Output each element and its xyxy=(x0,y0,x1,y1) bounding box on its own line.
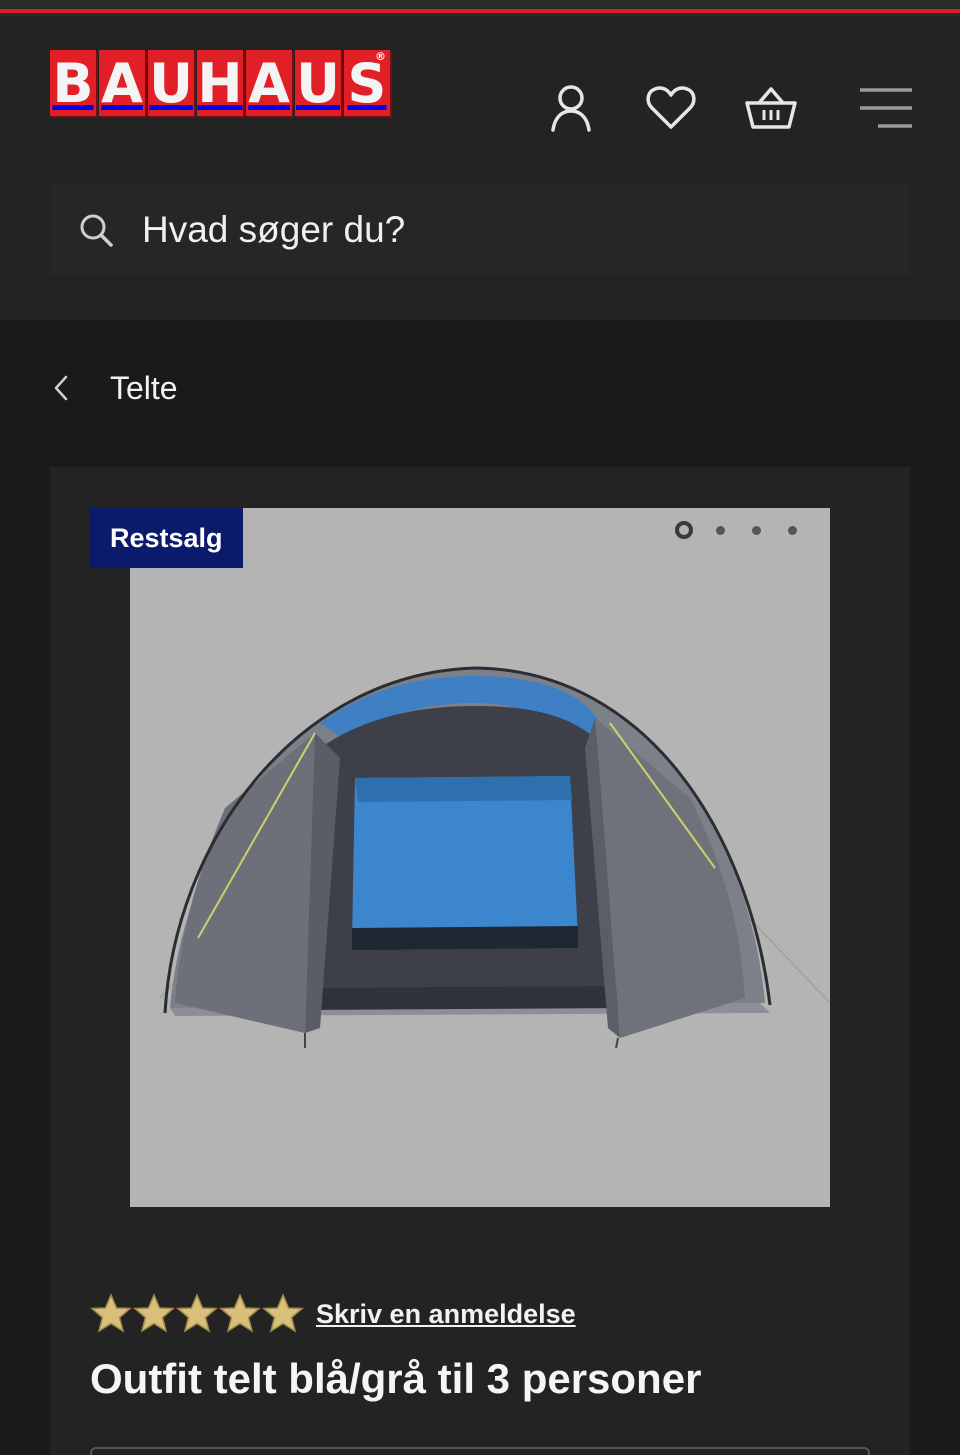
rating-stars[interactable] xyxy=(90,1293,304,1335)
heart-icon xyxy=(646,86,696,129)
bauhaus-logo[interactable]: B A U H A U S ® xyxy=(50,50,390,116)
sale-badge: Restsalg xyxy=(90,508,243,568)
search-icon xyxy=(80,214,113,247)
search-input[interactable] xyxy=(142,209,842,251)
product-card: Restsalg Skriv en anmeldelse Outfit telt… xyxy=(50,467,910,1455)
chevron-left-icon xyxy=(54,375,68,401)
product-image-gallery[interactable] xyxy=(130,508,830,1207)
gallery-dot[interactable] xyxy=(666,520,702,540)
logo-letter: A xyxy=(99,50,145,116)
star-icon xyxy=(176,1293,218,1333)
logo-letter: A xyxy=(246,50,292,116)
logo-letter: U xyxy=(148,50,194,116)
star-icon xyxy=(262,1293,304,1333)
account-icon xyxy=(551,85,591,132)
logo-letter: B xyxy=(50,50,96,116)
basket-button[interactable] xyxy=(741,78,801,138)
next-section-edge xyxy=(90,1447,870,1455)
logo-letter: H xyxy=(197,50,243,116)
gallery-dot[interactable] xyxy=(738,520,774,540)
breadcrumb-label[interactable]: Telte xyxy=(110,370,178,407)
top-accent-stripe xyxy=(0,0,960,16)
gallery-pagination xyxy=(666,520,810,540)
site-header: B A U H A U S ® xyxy=(0,16,960,320)
menu-button[interactable] xyxy=(856,78,916,138)
wishlist-button[interactable] xyxy=(641,78,701,138)
rating-row: Skriv en anmeldelse xyxy=(90,1293,576,1335)
logo-letter: U xyxy=(295,50,341,116)
tent-product-image xyxy=(159,666,830,1049)
star-icon xyxy=(219,1293,261,1333)
basket-icon xyxy=(745,87,797,129)
star-icon xyxy=(133,1293,175,1333)
write-review-link[interactable]: Skriv en anmeldelse xyxy=(316,1299,576,1330)
search-bar[interactable] xyxy=(50,184,910,276)
product-title: Outfit telt blå/grå til 3 personer xyxy=(90,1355,702,1402)
menu-icon xyxy=(860,88,912,128)
account-button[interactable] xyxy=(541,78,601,138)
gallery-dot[interactable] xyxy=(702,520,738,540)
registered-mark: ® xyxy=(375,50,386,63)
breadcrumb[interactable]: Telte xyxy=(50,360,178,416)
star-icon xyxy=(90,1293,132,1333)
gallery-dot[interactable] xyxy=(774,520,810,540)
